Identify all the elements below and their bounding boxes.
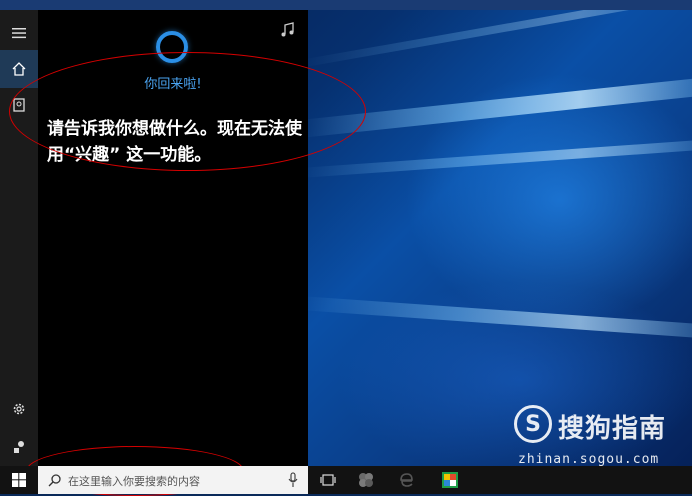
taskbar-search-box[interactable]: 在这里输入你要搜索的内容: [38, 466, 308, 494]
task-view-button[interactable]: [310, 466, 346, 494]
light-beam: [300, 296, 692, 338]
music-note-icon: [281, 22, 294, 37]
hamburger-menu-button[interactable]: [0, 14, 38, 52]
light-beam: [300, 0, 692, 68]
settings-button[interactable]: [0, 390, 38, 428]
watermark-logo: S: [514, 405, 552, 443]
start-button[interactable]: [0, 466, 38, 494]
greeting-text: 你回来啦!: [144, 77, 202, 92]
hamburger-menu-icon: [12, 28, 26, 39]
feedback-icon: [14, 441, 24, 453]
task-view-icon: [320, 474, 336, 486]
app-icon: [359, 473, 373, 487]
watermark-url: zhinan.sogou.com: [518, 452, 660, 467]
store-icon: [442, 472, 458, 488]
home-icon: [12, 62, 26, 76]
notebook-icon: [13, 98, 25, 112]
edge-icon: [400, 473, 413, 487]
microphone-icon[interactable]: [288, 472, 298, 488]
search-placeholder: 在这里输入你要搜索的内容: [68, 475, 200, 488]
cortana-rail: [0, 10, 38, 466]
taskbar-app-button[interactable]: [348, 466, 384, 494]
light-beam: [300, 77, 692, 138]
edge-browser-button[interactable]: [388, 466, 424, 494]
window-top-strip: [0, 0, 692, 10]
cortana-logo-icon: [156, 31, 188, 63]
light-beam: [300, 140, 692, 178]
home-button[interactable]: [0, 50, 38, 88]
cortana-panel: 你回来啦! 请告诉我你想做什么。现在无法使用“兴趣” 这一功能。: [38, 10, 308, 466]
notebook-button[interactable]: [0, 86, 38, 124]
search-icon: [48, 474, 61, 487]
watermark-name: 搜狗指南: [558, 414, 667, 444]
music-note-button[interactable]: [280, 22, 296, 42]
windows-logo-icon: [12, 473, 26, 487]
feedback-button[interactable]: [0, 428, 38, 466]
settings-icon: [13, 403, 25, 415]
taskbar: 在这里输入你要搜索的内容: [0, 466, 692, 494]
cortana-message: 请告诉我你想做什么。现在无法使用“兴趣” 这一功能。: [47, 119, 302, 165]
store-button[interactable]: [432, 466, 468, 494]
